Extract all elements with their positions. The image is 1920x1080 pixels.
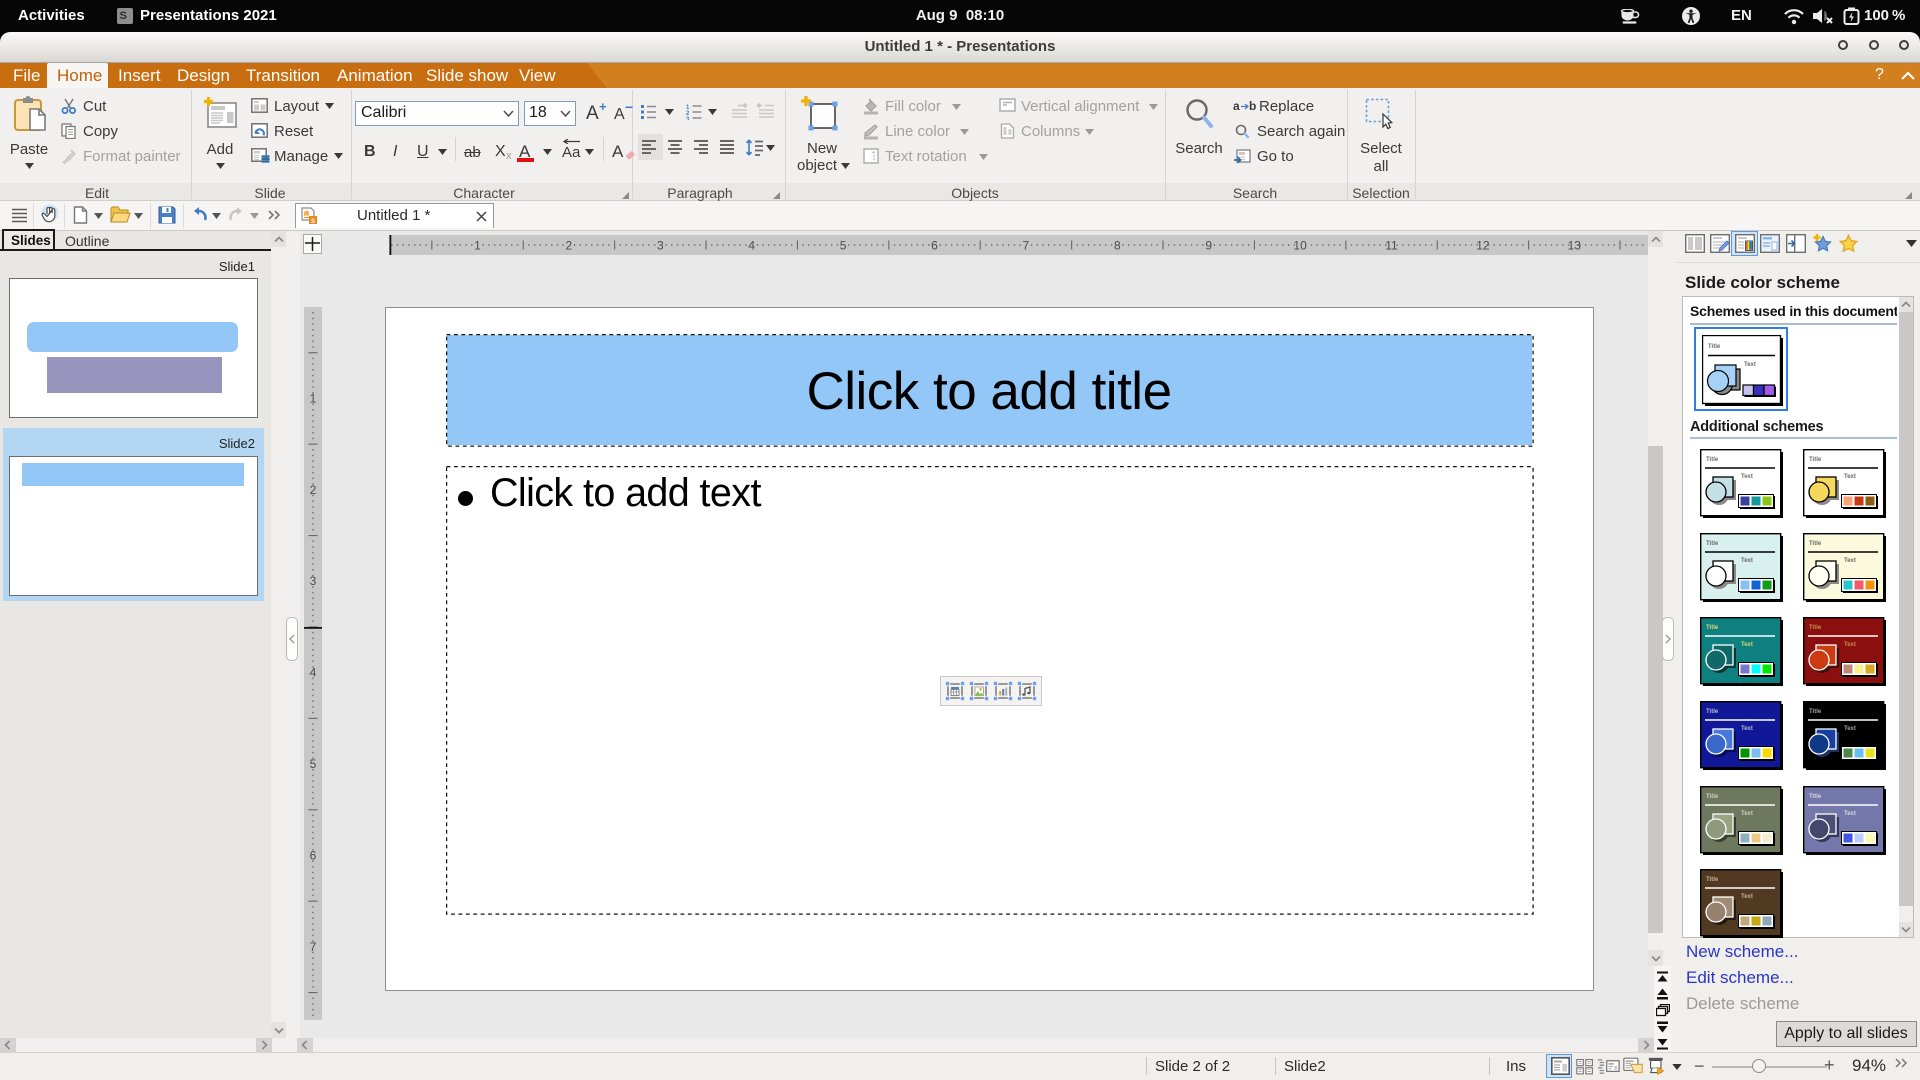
svg-text:7: 7: [310, 940, 317, 954]
svg-text:Title: Title: [1708, 344, 1721, 350]
svg-text:Title: Title: [1809, 457, 1822, 463]
svg-text:11: 11: [1385, 239, 1398, 253]
svg-text:3: 3: [656, 239, 663, 253]
svg-text:S: S: [311, 219, 315, 225]
svg-text:Title: Title: [1706, 877, 1719, 883]
svg-text:4: 4: [748, 239, 755, 253]
svg-text:1: 1: [474, 239, 481, 253]
svg-text:8: 8: [1113, 239, 1120, 253]
svg-text:Title: Title: [1809, 625, 1822, 631]
svg-text:Title: Title: [1706, 541, 1719, 547]
svg-text:Text: Text: [1844, 642, 1856, 648]
svg-text:13: 13: [1567, 239, 1581, 253]
svg-text:Text: Text: [1844, 811, 1856, 817]
svg-text:Text: Text: [1844, 726, 1856, 732]
svg-text:Text: Text: [1844, 558, 1856, 564]
svg-text:6: 6: [310, 848, 317, 862]
svg-text:Title: Title: [1706, 709, 1719, 715]
svg-text:9: 9: [1205, 239, 1212, 253]
svg-text:12: 12: [1476, 239, 1490, 253]
svg-text:Title: Title: [1706, 794, 1719, 800]
svg-text:Title: Title: [1706, 457, 1719, 463]
svg-text:Text: Text: [1741, 558, 1753, 564]
svg-text:Text: Text: [1741, 811, 1753, 817]
svg-text:Text: Text: [1741, 726, 1753, 732]
svg-text:10: 10: [1293, 239, 1307, 253]
svg-text:Text: Text: [1741, 642, 1753, 648]
svg-text:3: 3: [686, 117, 690, 120]
svg-text:3: 3: [310, 574, 317, 588]
svg-text:5: 5: [839, 239, 846, 253]
svg-text:Text: Text: [1844, 474, 1856, 480]
svg-text:Title: Title: [1706, 625, 1719, 631]
svg-text:Text: Text: [1741, 894, 1753, 900]
svg-text:Text: Text: [1744, 362, 1756, 368]
svg-text:5: 5: [310, 757, 317, 771]
svg-text:2: 2: [310, 483, 317, 497]
svg-text:Title: Title: [1809, 794, 1822, 800]
svg-text:1: 1: [310, 391, 317, 405]
svg-text:4: 4: [310, 666, 317, 680]
svg-text:7: 7: [1022, 239, 1029, 253]
svg-text:Text: Text: [1741, 474, 1753, 480]
svg-text:Title: Title: [1809, 709, 1822, 715]
svg-text:6: 6: [931, 239, 938, 253]
svg-text:2: 2: [565, 239, 572, 253]
svg-text:Title: Title: [1809, 541, 1822, 547]
